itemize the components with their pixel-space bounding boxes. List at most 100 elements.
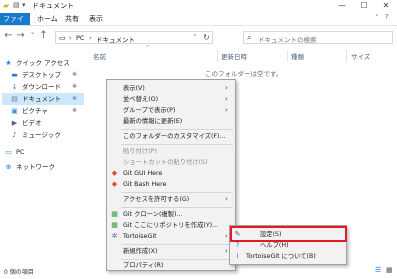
pc-icon: ▭ <box>59 34 66 42</box>
sidebar-item-quick-access[interactable]: ★ クイック アクセス <box>4 57 70 69</box>
column-divider[interactable] <box>346 50 347 62</box>
menu-item-view[interactable]: 表示(V) › <box>107 83 235 94</box>
details-view-icon[interactable]: ☰ <box>375 266 381 274</box>
menu-item-label: Git クローン(複製)... <box>123 211 183 218</box>
ribbon-tabs: ファイル ホーム 共有 表示 ˅ ? <box>0 12 397 35</box>
menu-item-properties[interactable]: プロパティ(R) <box>107 260 235 271</box>
menu-item-label: TortoiseGit について(B) <box>246 253 316 260</box>
large-icons-view-icon[interactable]: ▦ <box>386 266 393 274</box>
column-divider[interactable] <box>287 50 288 62</box>
up-icon[interactable]: ↑ <box>38 30 49 41</box>
breadcrumb-documents[interactable]: ドキュメント <box>96 34 135 44</box>
menu-item-label: ショートカットの貼り付け(S) <box>123 159 208 166</box>
submenu-arrow-icon: › <box>225 232 228 240</box>
sidebar-item-label: ネットワーク <box>16 163 55 171</box>
menu-item-git-create-repo[interactable]: ▦ Git ここにリポジトリを作成(Y)... <box>107 220 235 231</box>
git-create-repo-icon: ▦ <box>111 221 118 229</box>
submenu-item-about[interactable]: i TortoiseGit について(B) <box>230 251 346 262</box>
tab-home[interactable]: ホーム <box>32 13 63 25</box>
breadcrumb-pc[interactable]: PC <box>76 34 84 42</box>
search-input[interactable]: ⌕ ドキュメントの検索 <box>243 31 393 44</box>
document-icon: ▤ <box>11 95 18 103</box>
info-icon: i <box>236 252 239 260</box>
menu-separator <box>121 207 233 208</box>
column-divider[interactable] <box>217 50 218 62</box>
picture-icon: ▣ <box>11 107 18 115</box>
sidebar-item-music[interactable]: ♪ ミュージック <box>10 129 61 141</box>
menu-item-git-clone[interactable]: ▦ Git クローン(複製)... <box>107 209 235 220</box>
menu-item-new[interactable]: 新規作成(X) › <box>107 246 235 257</box>
breadcrumb-separator: › <box>89 34 92 42</box>
menu-item-refresh[interactable]: 最新の情報に更新(E) <box>107 116 235 127</box>
breadcrumb-separator: › <box>69 34 72 42</box>
toolbar-dropdown-icon[interactable]: ▾ <box>22 1 26 9</box>
sidebar-item-label: ピクチャ <box>22 107 48 115</box>
menu-separator <box>121 144 233 145</box>
sidebar-item-downloads[interactable]: ↓ ダウンロード <box>10 81 61 93</box>
menu-item-label: Git GUI Here <box>123 170 163 177</box>
highlight-box <box>230 226 347 242</box>
menu-item-label: 新規作成(X) <box>123 248 158 255</box>
git-bash-icon: ◆ <box>111 180 118 188</box>
quick-access-toolbar-icon[interactable]: ▤ <box>13 1 20 9</box>
tab-share[interactable]: 共有 <box>60 13 84 25</box>
menu-item-git-bash[interactable]: ◆ Git Bash Here <box>107 179 235 190</box>
sidebar-item-label: デスクトップ <box>22 71 61 79</box>
sidebar-item-pictures[interactable]: ▣ ピクチャ <box>10 105 48 117</box>
ribbon-expand-icon[interactable]: ˅ <box>375 14 379 22</box>
navigation-pane: ★ クイック アクセス ▬ デスクトップ ✱ ↓ ダウンロード ✱ ▤ ドキュメント ✱… <box>0 50 88 265</box>
tab-file[interactable]: ファイル <box>0 13 30 35</box>
folder-icon: ▰ <box>3 1 10 10</box>
refresh-icon[interactable]: ↻ <box>203 33 210 42</box>
close-button[interactable]: ✕ <box>375 0 397 12</box>
menu-separator <box>121 129 233 130</box>
menu-item-customize-folder[interactable]: このフォルダーのカスタマイズ(F)... <box>107 131 235 142</box>
address-dropdown-icon[interactable]: ˅ <box>193 34 197 42</box>
pin-icon: ✱ <box>72 83 78 90</box>
menu-item-label: グループで表示(P) <box>123 107 176 114</box>
column-header-name[interactable]: 名前 <box>93 52 106 62</box>
submenu-arrow-icon: › <box>225 95 228 103</box>
menu-item-label: TortoiseGit <box>123 233 157 240</box>
window-title: ドキュメント <box>32 2 74 10</box>
menu-item-paste-shortcut[interactable]: ショートカットの貼り付け(S) <box>107 157 235 168</box>
menu-item-label: 並べ替え(O) <box>123 96 159 103</box>
menu-item-label: 表示(V) <box>123 85 145 92</box>
menu-item-git-gui[interactable]: ◆ Git GUI Here <box>107 168 235 179</box>
menu-item-tortoisegit[interactable]: ✲ TortoiseGit › <box>107 231 235 242</box>
minimize-button[interactable]: — <box>331 0 353 12</box>
sidebar-item-label: クイック アクセス <box>16 59 70 67</box>
empty-folder-text: このフォルダーは空です。 <box>205 70 283 78</box>
sidebar-item-videos[interactable]: ▶ ビデオ <box>10 117 42 129</box>
menu-item-paste[interactable]: 貼り付け(P) <box>107 146 235 157</box>
sidebar-item-network[interactable]: ⊕ ネットワーク <box>4 161 55 173</box>
menu-item-label: このフォルダーのカスタマイズ(F)... <box>123 133 226 140</box>
submenu-arrow-icon: › <box>225 247 228 255</box>
pin-icon: ✱ <box>72 71 78 78</box>
menu-item-group-by[interactable]: グループで表示(P) › <box>107 105 235 116</box>
menu-item-sort[interactable]: 並べ替え(O) › <box>107 94 235 105</box>
search-icon: ⌕ <box>247 33 252 42</box>
pin-icon: ✱ <box>72 107 78 114</box>
menu-separator <box>121 244 233 245</box>
tortoisegit-icon: ✲ <box>111 232 118 240</box>
network-icon: ⊕ <box>5 163 12 171</box>
forward-icon[interactable]: → <box>15 30 26 41</box>
column-header-size[interactable]: サイズ <box>351 52 370 62</box>
sidebar-item-label: PC <box>16 148 25 156</box>
submenu-arrow-icon: › <box>225 84 228 92</box>
submenu-arrow-icon: › <box>225 106 228 114</box>
help-icon[interactable]: ? <box>385 13 389 21</box>
tab-view[interactable]: 表示 <box>84 13 108 25</box>
column-header-date[interactable]: 更新日時 <box>221 52 247 62</box>
pin-icon: ✱ <box>72 95 78 102</box>
maximize-button[interactable]: ☐ <box>353 0 375 12</box>
menu-item-label: 貼り付け(P) <box>123 148 157 155</box>
menu-item-give-access[interactable]: アクセスを許可する(G) › <box>107 194 235 205</box>
back-icon[interactable]: ← <box>3 30 14 41</box>
recent-dropdown-icon[interactable]: ˅ <box>27 32 38 40</box>
column-header-type[interactable]: 種類 <box>291 52 304 62</box>
sidebar-item-pc[interactable]: ▭ PC <box>4 146 24 158</box>
address-bar[interactable]: ▭ › PC › ドキュメント ˅ ↻ <box>55 31 213 44</box>
sidebar-item-desktop[interactable]: ▬ デスクトップ <box>10 69 61 81</box>
